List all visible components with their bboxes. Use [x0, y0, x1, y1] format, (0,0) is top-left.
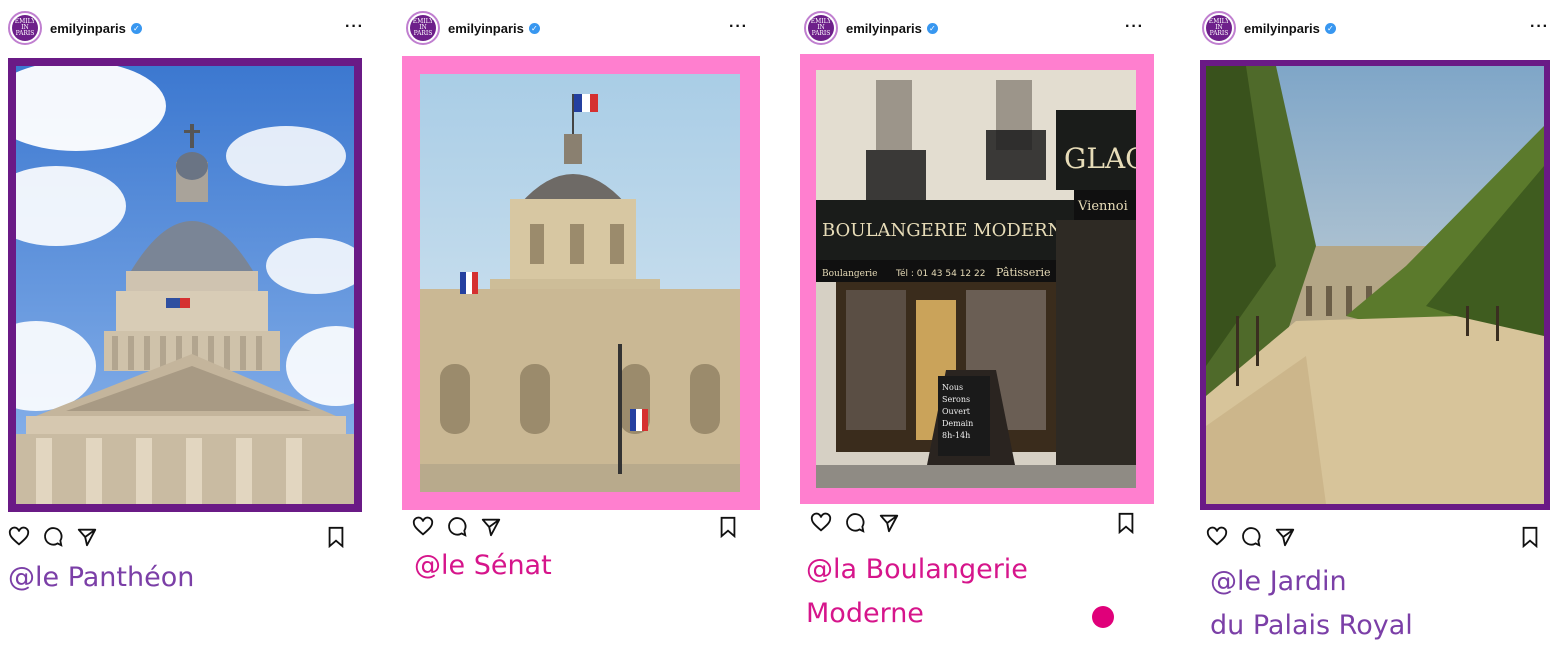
- heart-icon[interactable]: [412, 516, 434, 538]
- avatar[interactable]: EMILY IN PARIS: [406, 11, 440, 45]
- share-icon[interactable]: [1274, 526, 1296, 548]
- verified-badge-icon: ✓: [1324, 22, 1336, 34]
- jardin-photo[interactable]: [1206, 66, 1544, 504]
- post-actions: [1206, 526, 1546, 550]
- caption: @le Panthéon: [8, 556, 194, 600]
- avatar[interactable]: EMILY IN PARIS: [804, 11, 838, 45]
- senat-illustration: [420, 74, 740, 492]
- comment-icon[interactable]: [844, 512, 866, 534]
- shop-sign: BOULANGERIE MODERNE: [822, 220, 1076, 241]
- post-actions: [412, 516, 762, 540]
- bookmark-icon[interactable]: [1116, 512, 1136, 534]
- heart-icon[interactable]: [1206, 526, 1228, 548]
- post-header: EMILY IN PARIS emilyinparis ✓ ···: [796, 8, 1174, 48]
- chalkboard-line: Ouvert: [942, 407, 971, 416]
- caption-line: @la Boulangerie: [806, 554, 1028, 585]
- username[interactable]: emilyinparis: [846, 21, 922, 36]
- shop-side-label: Viennoi: [1077, 199, 1128, 214]
- caption-line: @le Panthéon: [8, 562, 195, 593]
- post-actions: [810, 512, 1160, 536]
- more-options-icon[interactable]: ···: [1530, 18, 1549, 36]
- chalkboard-line: Serons: [942, 395, 970, 404]
- bookmark-icon[interactable]: [326, 526, 346, 548]
- comment-icon[interactable]: [42, 526, 64, 548]
- avatar-logo: EMILY IN PARIS: [808, 15, 834, 41]
- verified-badge-icon: ✓: [926, 22, 938, 34]
- post-boulangerie: EMILY IN PARIS emilyinparis ✓ ··· BOULANGE…: [796, 0, 1166, 646]
- boulangerie-photo[interactable]: BOULANGERIE MODERNE GLAC Boulangerie Tél…: [816, 70, 1136, 488]
- boulangerie-illustration: BOULANGERIE MODERNE GLAC Boulangerie Tél…: [816, 70, 1136, 488]
- bookmark-icon[interactable]: [718, 516, 738, 538]
- chalkboard-line: Nous: [942, 383, 963, 392]
- more-options-icon[interactable]: ···: [345, 18, 364, 36]
- post-jardin: EMILY IN PARIS emilyinparis ✓ ··· @le Jard…: [1194, 0, 1551, 646]
- share-icon[interactable]: [878, 512, 900, 534]
- more-options-icon[interactable]: ···: [1125, 18, 1144, 36]
- bookmark-icon[interactable]: [1520, 526, 1540, 548]
- comment-icon[interactable]: [1240, 526, 1262, 548]
- senat-photo[interactable]: [420, 74, 740, 492]
- verified-badge-icon: ✓: [528, 22, 540, 34]
- share-icon[interactable]: [76, 526, 98, 548]
- post-pantheon: EMILY IN PARIS emilyinparis ✓ ··· @le Pa…: [0, 0, 370, 646]
- avatar[interactable]: EMILY IN PARIS: [1202, 11, 1236, 45]
- avatar[interactable]: EMILY IN PARIS: [8, 11, 42, 45]
- shop-sub: Pâtisserie: [996, 266, 1051, 279]
- caption-line: du Palais Royal: [1210, 610, 1413, 641]
- caption: @la Boulangerie Moderne: [806, 548, 1028, 636]
- verified-badge-icon: ✓: [130, 22, 142, 34]
- chalkboard-line: Demain: [942, 419, 973, 428]
- post-header: EMILY IN PARIS emilyinparis ✓ ···: [1194, 8, 1551, 48]
- post-header: EMILY IN PARIS emilyinparis ✓ ···: [0, 8, 378, 48]
- avatar-logo: EMILY IN PARIS: [410, 15, 436, 41]
- post-actions: [8, 526, 358, 550]
- caption-line: @le Sénat: [414, 550, 552, 581]
- chalkboard-line: 8h-14h: [942, 431, 970, 440]
- avatar-logo: EMILY IN PARIS: [1206, 15, 1232, 41]
- username[interactable]: emilyinparis: [1244, 21, 1320, 36]
- username[interactable]: emilyinparis: [50, 21, 126, 36]
- share-icon[interactable]: [480, 516, 502, 538]
- pantheon-photo[interactable]: [16, 66, 354, 504]
- caption-line: @le Jardin: [1210, 566, 1347, 597]
- caption: @le Jardin du Palais Royal: [1210, 560, 1413, 648]
- post-senat: EMILY IN PARIS emilyinparis ✓ ··· @le Sé…: [398, 0, 768, 646]
- comment-icon[interactable]: [446, 516, 468, 538]
- post-header: EMILY IN PARIS emilyinparis ✓ ···: [398, 8, 776, 48]
- caption: @le Sénat: [414, 544, 552, 588]
- record-dot: [1092, 606, 1114, 628]
- caption-line: Moderne: [806, 598, 924, 629]
- more-options-icon[interactable]: ···: [729, 18, 748, 36]
- heart-icon[interactable]: [810, 512, 832, 534]
- shop-left-label: Boulangerie: [822, 269, 877, 279]
- jardin-illustration: [1206, 66, 1544, 504]
- shop-sign-side: GLAC: [1064, 142, 1136, 175]
- heart-icon[interactable]: [8, 526, 30, 548]
- pantheon-illustration: [16, 66, 354, 504]
- username[interactable]: emilyinparis: [448, 21, 524, 36]
- avatar-logo: EMILY IN PARIS: [12, 15, 38, 41]
- shop-phone: Tél : 01 43 54 12 22: [895, 268, 985, 279]
